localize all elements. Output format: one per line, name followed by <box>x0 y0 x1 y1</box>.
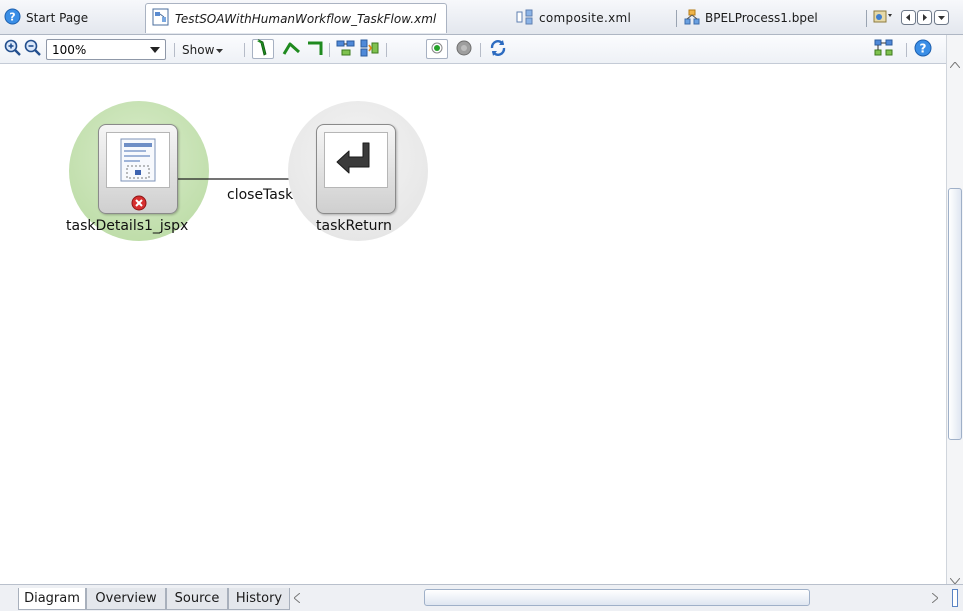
toolbar-separator <box>386 43 387 57</box>
editor-tab-bar: ? Start Page TestSOAWithHumanWorkflow_Ta… <box>0 0 963 35</box>
structure-button[interactable] <box>874 39 896 59</box>
tab-list-icon <box>872 8 894 29</box>
horizontal-scrollbar[interactable] <box>290 588 950 608</box>
composite-icon <box>516 9 534 28</box>
help-icon: ? <box>4 8 21 28</box>
tab-label: TestSOAWithHumanWorkflow_TaskFlow.xml <box>175 11 437 26</box>
diagram-canvas[interactable]: taskDetails1_jspx closeTaskFl taskReturn <box>0 64 946 584</box>
taskflow-file-icon <box>152 8 170 29</box>
structure-icon <box>874 39 896 60</box>
tab-start-page[interactable]: ? Start Page <box>4 5 88 31</box>
tab-composite-xml[interactable]: composite.xml <box>516 5 631 31</box>
tab-label: Overview <box>95 591 157 606</box>
vertical-scroll-thumb[interactable] <box>948 188 962 440</box>
return-icon <box>324 132 388 188</box>
node-box <box>316 124 396 214</box>
scroll-left-icon[interactable] <box>293 592 301 606</box>
zoom-in-icon <box>4 39 22 60</box>
toolbar-separator <box>906 43 907 57</box>
refresh-icon <box>488 39 508 60</box>
tab-scroll-controls <box>901 6 949 32</box>
toolbar-separator <box>174 43 175 57</box>
tab-taskflow-xml[interactable]: TestSOAWithHumanWorkflow_TaskFlow.xml <box>145 3 448 33</box>
refresh-button[interactable] <box>488 39 508 59</box>
tab-diagram[interactable]: Diagram <box>18 588 86 610</box>
node-label: taskReturn <box>316 218 392 234</box>
elbow-connector-button[interactable] <box>306 39 324 59</box>
scroll-right-icon[interactable] <box>931 592 939 606</box>
tab-list-menu-button[interactable] <box>872 5 894 31</box>
vertical-scrollbar[interactable] <box>946 35 963 590</box>
zoom-level-value: 100% <box>52 42 87 57</box>
node-box <box>98 124 178 214</box>
disabled-node-button[interactable] <box>456 39 472 59</box>
elbow-connector-icon <box>306 40 324 59</box>
toolbar-separator <box>480 43 481 57</box>
toolbar-separator <box>329 43 330 57</box>
layout-horizontal-icon <box>336 39 356 60</box>
gray-dot-icon <box>456 40 472 59</box>
tab-overview[interactable]: Overview <box>86 588 166 610</box>
node-label: taskDetails1_jspx <box>66 218 189 234</box>
resize-handle[interactable] <box>952 589 958 607</box>
diagram-toolbar: 100% Show ? <box>0 35 963 64</box>
connector-tool-button[interactable] <box>282 39 302 59</box>
scroll-left-icon[interactable] <box>901 10 916 28</box>
green-dot-icon <box>430 41 444 58</box>
tab-divider <box>866 10 867 27</box>
bpel-icon <box>684 9 700 28</box>
chevron-down-icon <box>216 43 224 57</box>
svg-text:?: ? <box>920 41 927 55</box>
zoom-level-select[interactable]: 100% <box>46 39 166 60</box>
show-menu-button[interactable]: Show <box>182 39 224 60</box>
select-arrow-icon <box>256 38 270 59</box>
layout-horizontal-button[interactable] <box>336 39 356 59</box>
select-tool-button[interactable] <box>252 38 274 59</box>
scroll-up-icon[interactable] <box>949 57 961 71</box>
view-page-icon <box>106 132 170 188</box>
diagonal-connector-icon <box>282 40 302 59</box>
zoom-out-button[interactable] <box>24 39 42 59</box>
tab-source[interactable]: Source <box>166 588 228 610</box>
tab-divider <box>676 10 677 27</box>
dropdown-icon[interactable] <box>934 10 949 28</box>
tab-label: Diagram <box>24 591 80 606</box>
layout-vertical-button[interactable] <box>360 39 380 59</box>
toggle-node-button[interactable] <box>426 39 448 59</box>
editor-bottom-tabs: Diagram Overview Source History <box>0 584 963 611</box>
chevron-down-icon <box>150 47 160 53</box>
error-icon <box>131 195 147 214</box>
tab-label: History <box>235 591 283 606</box>
tab-label: composite.xml <box>539 11 632 25</box>
layout-vertical-icon <box>360 39 380 60</box>
toolbar-separator <box>244 43 245 57</box>
tab-history[interactable]: History <box>228 588 290 610</box>
scroll-right-icon[interactable] <box>917 10 932 28</box>
zoom-out-icon <box>24 39 42 60</box>
tab-label: BPELProcess1.bpel <box>705 11 818 25</box>
svg-text:?: ? <box>9 11 15 24</box>
horizontal-scroll-thumb[interactable] <box>424 589 810 606</box>
help-icon: ? <box>914 39 932 60</box>
help-button[interactable]: ? <box>914 39 932 59</box>
show-label: Show <box>182 42 215 57</box>
tab-bpel-process[interactable]: BPELProcess1.bpel <box>684 5 818 31</box>
tab-label: Source <box>174 591 220 606</box>
zoom-in-button[interactable] <box>4 39 22 59</box>
tab-label: Start Page <box>26 11 89 25</box>
